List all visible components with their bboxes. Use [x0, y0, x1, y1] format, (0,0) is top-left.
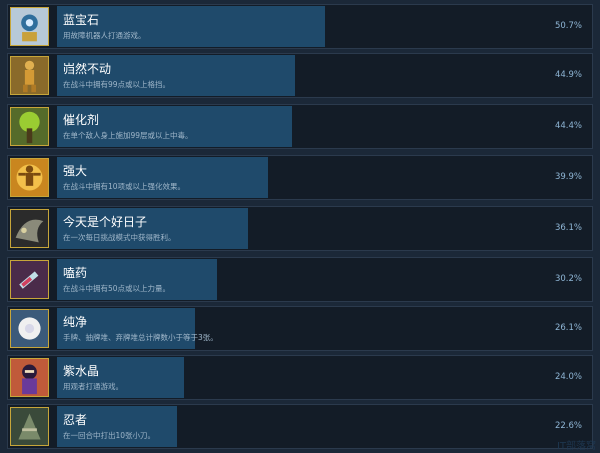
achievement-percent: 50.7% [554, 21, 582, 31]
achievement-name: 蓝宝石 [63, 13, 100, 27]
progress-track [57, 357, 586, 398]
achievement-description: 在战斗中拥有99点或以上格挡。 [63, 80, 171, 89]
achievement-name: 今天是个好日子 [63, 215, 148, 229]
achievement-name: 嗑药 [63, 266, 88, 280]
achievement-name: 强大 [63, 164, 88, 178]
achievement-description: 手牌、抽牌堆、弃牌堆总计牌数小于等于3张。 [63, 333, 218, 342]
achievement-description: 用观者打通游戏。 [63, 382, 123, 391]
achievement-percent: 24.0% [554, 372, 582, 382]
ninja-icon [10, 407, 49, 446]
achievement-row[interactable]: 忍者 在一回合中打出10张小刀。 22.6% [7, 404, 593, 449]
watermark: IT部落窝 [556, 441, 596, 452]
achievement-percent: 36.1% [554, 223, 582, 233]
achievement-description: 用故障机器人打通游戏。 [63, 31, 146, 40]
achievement-description: 在一次每日挑战模式中获得胜利。 [63, 233, 176, 242]
catalyst-tree-icon [10, 107, 49, 146]
achievement-description: 在战斗中拥有10项或以上强化效果。 [63, 182, 186, 191]
achievement-name: 纯净 [63, 315, 88, 329]
powerful-icon [10, 158, 49, 197]
achievement-name: 岿然不动 [63, 62, 112, 76]
achievement-percent: 44.4% [554, 121, 582, 131]
achievement-row[interactable]: 纯净 手牌、抽牌堆、弃牌堆总计牌数小于等于3张。 26.1% [7, 306, 593, 351]
achievement-percent: 39.9% [554, 172, 582, 182]
achievement-name: 紫水晶 [63, 364, 100, 378]
achievement-description: 在战斗中拥有50点或以上力量。 [63, 284, 171, 293]
pure-flower-icon [10, 309, 49, 348]
immovable-icon [10, 56, 49, 95]
achievement-row[interactable]: 紫水晶 用观者打通游戏。 24.0% [7, 355, 593, 400]
achievement-percent: 22.6% [554, 421, 582, 431]
achievement-row[interactable]: 蓝宝石 用故障机器人打通游戏。 50.7% [7, 4, 593, 49]
achievement-percent: 26.1% [554, 323, 582, 333]
good-day-icon [10, 209, 49, 248]
achievement-row[interactable]: 嗑药 在战斗中拥有50点或以上力量。 30.2% [7, 257, 593, 302]
amethyst-watcher-icon [10, 358, 49, 397]
sapphire-robot-icon [10, 7, 49, 46]
achievement-percent: 30.2% [554, 274, 582, 284]
achievement-percent: 44.9% [554, 70, 582, 80]
achievement-description: 在单个敌人身上施加99层或以上中毒。 [63, 131, 193, 140]
achievement-row[interactable]: 今天是个好日子 在一次每日挑战模式中获得胜利。 36.1% [7, 206, 593, 251]
achievement-row[interactable]: 岿然不动 在战斗中拥有99点或以上格挡。 44.9% [7, 53, 593, 98]
achievement-name: 催化剂 [63, 113, 100, 127]
syringe-icon [10, 260, 49, 299]
achievement-row[interactable]: 强大 在战斗中拥有10项或以上强化效果。 39.9% [7, 155, 593, 200]
achievement-row[interactable]: 催化剂 在单个敌人身上施加99层或以上中毒。 44.4% [7, 104, 593, 149]
achievement-list: 蓝宝石 用故障机器人打通游戏。 50.7% 岿然不动 在战斗中拥有99点或以上格… [0, 0, 600, 453]
achievement-description: 在一回合中打出10张小刀。 [63, 431, 156, 440]
achievement-name: 忍者 [63, 413, 88, 427]
